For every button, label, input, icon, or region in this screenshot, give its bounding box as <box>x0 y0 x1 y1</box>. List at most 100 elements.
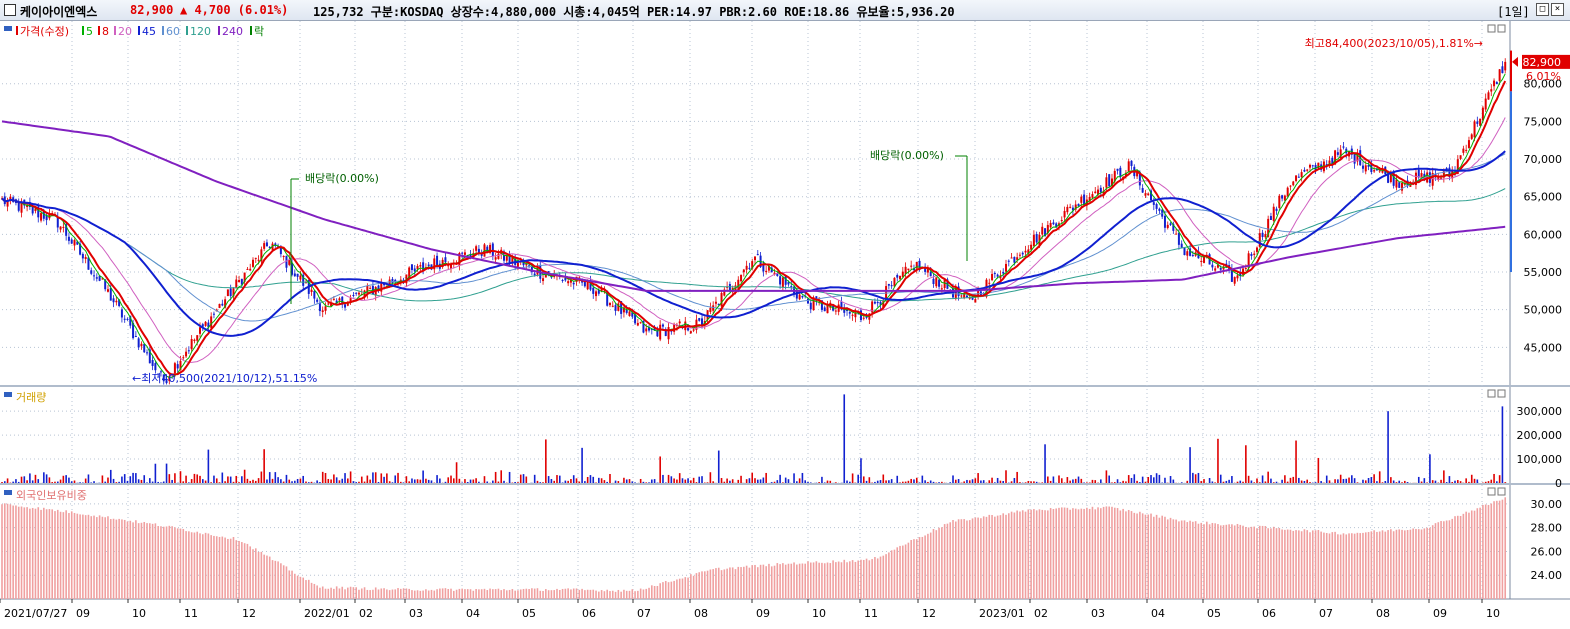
foreign-bar <box>1331 532 1334 599</box>
volume-bar <box>1337 479 1339 483</box>
volume-bar <box>54 481 56 483</box>
volume-bar <box>598 477 600 483</box>
foreign-bar <box>1501 499 1504 599</box>
foreign-bar <box>1161 515 1163 599</box>
volume-bar <box>344 473 346 483</box>
volume-bar <box>1172 479 1175 483</box>
maximize-icon[interactable]: □ <box>1536 3 1549 16</box>
volume-bar <box>1 482 3 483</box>
foreign-bar <box>717 567 720 599</box>
volume-bar <box>1325 475 1328 483</box>
period-selector[interactable]: [1일] <box>1497 3 1530 20</box>
foreign-bar <box>26 507 28 599</box>
foreign-bar <box>1437 522 1440 599</box>
volume-bar <box>327 478 330 483</box>
volume-bar <box>807 481 809 483</box>
volume-bar <box>709 472 712 483</box>
price-candle <box>1361 165 1364 169</box>
volume-bar <box>1470 474 1473 483</box>
foreign-bar <box>592 589 595 599</box>
foreign-bar <box>782 563 784 599</box>
volume-bar <box>182 481 185 483</box>
foreign-bar <box>1325 532 1328 599</box>
foreign-bar <box>1378 531 1381 599</box>
foreign-bar <box>1203 524 1205 599</box>
price-candle <box>899 275 902 280</box>
foreign-bar <box>333 588 335 599</box>
foreign-bar <box>1021 510 1024 599</box>
panel-minimize-button <box>1487 389 1496 398</box>
price-candle <box>1080 196 1083 203</box>
volume-bar <box>232 481 235 483</box>
volume-bar <box>45 474 48 483</box>
volume-bar <box>137 479 140 483</box>
foreign-bar <box>625 590 628 599</box>
price-change: ▲ 4,700 (6.01%) <box>180 3 289 17</box>
volume-bar <box>483 476 486 483</box>
volume-bar <box>966 479 968 483</box>
price-candle <box>1398 182 1401 188</box>
price-candle <box>344 304 347 308</box>
panel-toggle-icon <box>4 26 12 31</box>
foreign-bar <box>277 561 279 599</box>
foreign-bar <box>17 506 20 599</box>
price-candle <box>1035 234 1038 243</box>
select-checkbox[interactable] <box>4 4 16 16</box>
foreign-bar <box>1479 507 1481 599</box>
price-candle <box>193 339 196 342</box>
price-candle <box>352 294 355 296</box>
stock-chart: 45,000 50,000 55,000 60,000 65,000 70,000 75,0… <box>0 21 1570 629</box>
price-candle <box>1297 176 1300 178</box>
legend-label: 240 <box>222 25 243 38</box>
foreign-bar <box>637 590 639 599</box>
foreign-bar <box>1217 524 1219 599</box>
volume-bar <box>1487 481 1490 483</box>
panel-divider-volume <box>0 385 1570 387</box>
volume-bar <box>112 478 115 483</box>
volume-bar <box>545 439 547 483</box>
volume-bar <box>59 479 62 483</box>
foreign-bar <box>107 516 109 599</box>
volume-bar <box>151 481 154 483</box>
price-candle <box>661 324 664 327</box>
foreign-bar <box>586 589 589 599</box>
foreign-bar <box>433 590 436 599</box>
x-tick-label: 04 <box>466 607 480 620</box>
volume-bar <box>358 481 360 483</box>
price-tick-label: 75,000 <box>1524 115 1563 128</box>
foreign-bar <box>1376 531 1378 599</box>
volume-bar <box>726 478 728 483</box>
foreign-bar <box>355 587 357 599</box>
price-candle <box>645 328 648 332</box>
volume-bar <box>1378 471 1381 483</box>
stock-name: 케이아이엔엑스 <box>20 5 98 19</box>
volume-bar <box>1457 480 1459 483</box>
volume-bar <box>305 481 307 483</box>
volume-bar <box>349 471 352 483</box>
volume-bar <box>1245 445 1247 483</box>
volume-bar <box>885 480 887 483</box>
volume-bar <box>319 482 321 483</box>
price-candle <box>369 287 372 289</box>
volume-bar <box>1381 482 1384 483</box>
volume-bar <box>971 479 974 483</box>
volume-bar <box>294 480 296 483</box>
foreign-bar <box>321 586 324 599</box>
legend-swatch <box>114 26 116 35</box>
price-candle <box>583 281 586 287</box>
foreign-bar <box>1233 525 1236 599</box>
foreign-bar <box>383 588 385 599</box>
volume-bar <box>391 482 394 483</box>
volume-bar <box>999 480 1002 483</box>
volume-bar <box>1100 479 1102 483</box>
volume-bar <box>1217 438 1219 483</box>
foreign-bar <box>804 563 806 599</box>
close-icon[interactable]: × <box>1551 3 1564 16</box>
volume-bar <box>1108 475 1110 483</box>
foreign-bar <box>218 536 221 599</box>
foreign-bar <box>1292 530 1295 599</box>
volume-bar <box>84 478 87 483</box>
foreign-bar <box>1125 511 1127 599</box>
volume-bar <box>268 472 271 483</box>
volume-bar <box>221 472 224 483</box>
